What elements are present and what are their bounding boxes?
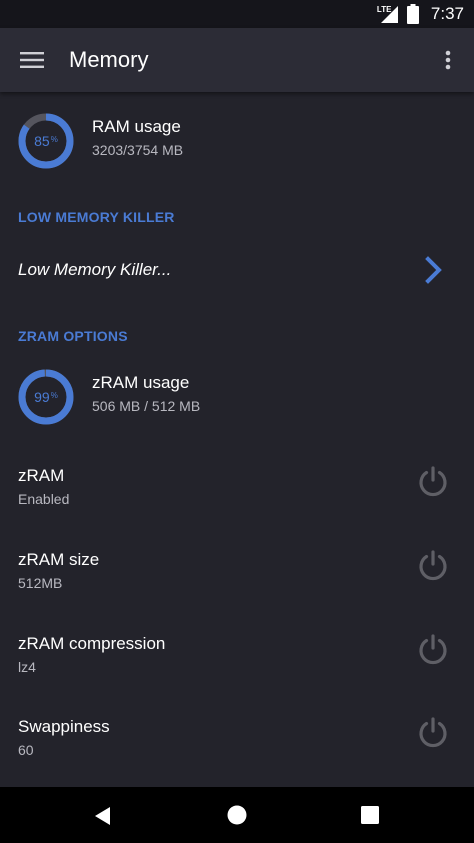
option-title: zRAM (18, 466, 65, 485)
hamburger-menu-icon (20, 52, 44, 68)
status-bar: LTE 7:37 (0, 0, 474, 28)
ram-percent-label: 85% (18, 113, 74, 169)
zram-percent-value: 99 (34, 389, 50, 405)
option-title: zRAM compression (18, 634, 166, 653)
power-icon[interactable] (416, 632, 450, 666)
ram-percent-sign: % (50, 134, 58, 144)
menu-button[interactable] (16, 48, 48, 72)
back-icon[interactable] (92, 805, 114, 827)
low-memory-killer-label: Low Memory Killer... (18, 260, 172, 279)
page-title: Memory (69, 47, 149, 72)
option-zram-compression[interactable]: zRAM compression lz4 (0, 630, 474, 700)
ram-usage-value: 3203/3754 MB (92, 142, 184, 158)
option-value: lz4 (18, 659, 36, 675)
zram-usage-row: 99% zRAM usage 506 MB / 512 MB (0, 369, 474, 439)
option-value: 512MB (18, 575, 63, 591)
chevron-right-icon (425, 256, 442, 284)
battery-icon (406, 4, 419, 24)
zram-percent-label: 99% (18, 369, 74, 425)
power-icon[interactable] (416, 548, 450, 582)
power-icon[interactable] (416, 464, 450, 498)
ram-percent-value: 85 (34, 133, 50, 149)
option-value: Enabled (18, 491, 70, 507)
option-title: zRAM size (18, 550, 100, 569)
option-zram[interactable]: zRAM Enabled (0, 462, 474, 532)
lte-signal-icon: LTE (377, 4, 399, 24)
zram-usage-title: zRAM usage (92, 373, 190, 392)
zram-usage-value: 506 MB / 512 MB (92, 398, 201, 414)
low-memory-killer-item[interactable]: Low Memory Killer... (0, 244, 474, 296)
option-value: 60 (18, 742, 34, 758)
app-bar: Memory (0, 28, 474, 92)
more-vert-icon (445, 50, 451, 70)
option-title: Swappiness (18, 717, 110, 736)
section-header-lmk: LOW MEMORY KILLER (18, 209, 175, 225)
navigation-bar (0, 787, 474, 843)
option-swappiness[interactable]: Swappiness 60 (0, 713, 474, 783)
zram-percent-sign: % (50, 390, 58, 400)
overflow-menu-button[interactable] (436, 46, 460, 74)
option-zram-size[interactable]: zRAM size 512MB (0, 546, 474, 616)
home-icon[interactable] (226, 804, 248, 826)
power-icon[interactable] (416, 715, 450, 749)
clock: 7:37 (430, 4, 464, 23)
section-header-zram: ZRAM OPTIONS (18, 328, 128, 344)
ram-usage-title: RAM usage (92, 117, 181, 136)
ram-usage-row: 85% RAM usage 3203/3754 MB (0, 113, 474, 183)
recent-apps-icon[interactable] (361, 806, 379, 824)
